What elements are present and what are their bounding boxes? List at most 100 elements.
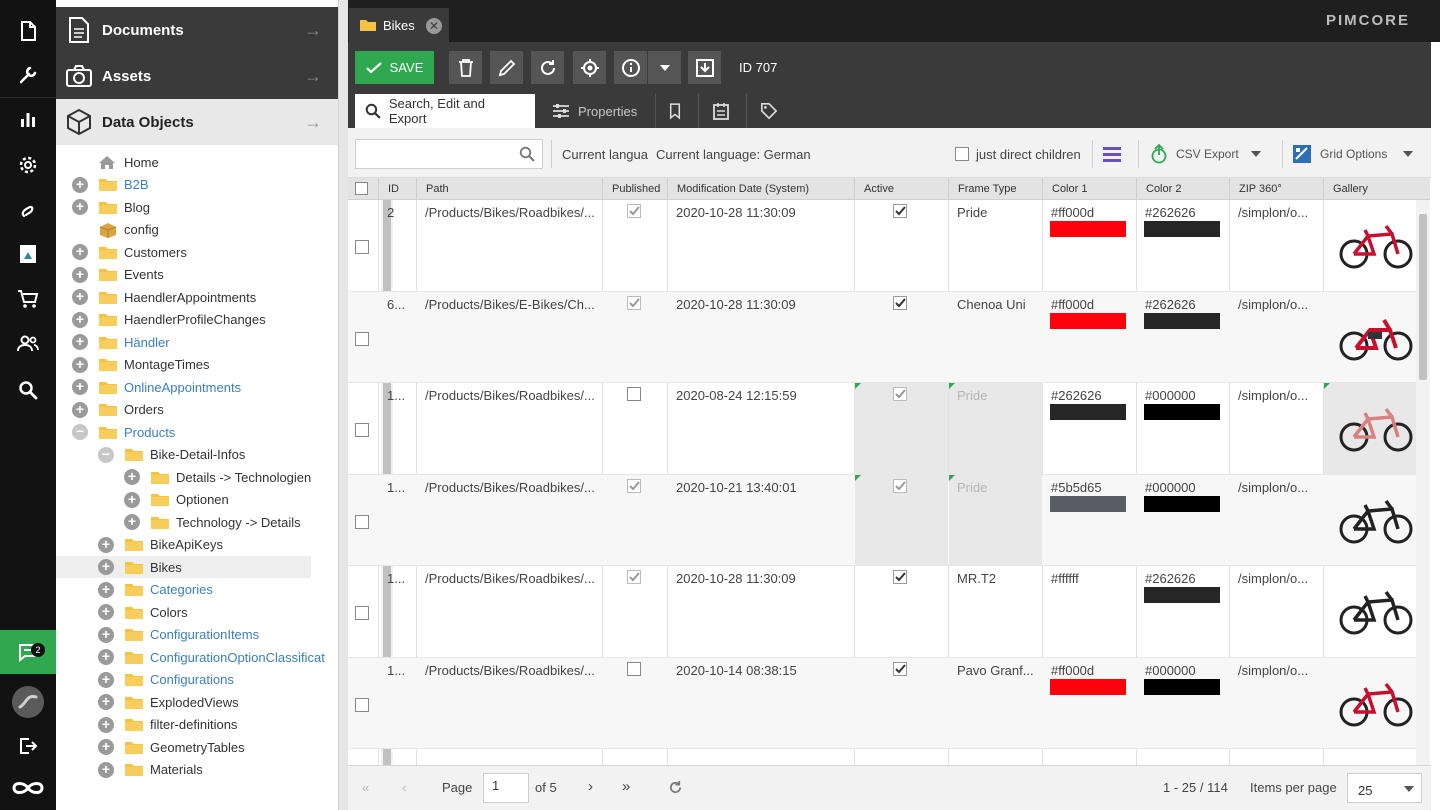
active-checked-icon[interactable] — [893, 204, 907, 218]
reports-icon[interactable] — [0, 98, 56, 142]
tree-node[interactable]: + Customers — [56, 241, 311, 263]
tab-search-edit-export[interactable]: Search, Edit and Export — [355, 94, 535, 128]
grid-search-input[interactable] — [355, 139, 543, 169]
expand-icon[interactable]: + — [72, 311, 88, 328]
tab-versions[interactable] — [659, 94, 691, 128]
row-select-checkbox[interactable] — [355, 514, 369, 529]
collapse-icon[interactable]: − — [98, 446, 114, 463]
tree-node[interactable]: + Blog — [56, 196, 311, 218]
close-icon[interactable]: ✕ — [426, 18, 442, 34]
tree-node[interactable]: + ExplodedViews — [56, 691, 311, 713]
row-select-checkbox[interactable] — [355, 697, 369, 712]
tree-node[interactable]: + Configurations — [56, 669, 311, 691]
column-header[interactable]: Path — [416, 178, 602, 200]
show-in-tree-button[interactable] — [573, 51, 606, 84]
column-header[interactable]: Color 2 — [1136, 178, 1229, 200]
expand-icon[interactable]: + — [98, 581, 114, 598]
column-header[interactable]: Active — [854, 178, 948, 200]
published-unchecked-icon[interactable] — [627, 387, 641, 401]
expand-icon[interactable]: + — [98, 559, 114, 575]
expand-icon[interactable]: + — [98, 604, 114, 620]
expand-icon[interactable]: + — [98, 536, 114, 553]
expand-icon[interactable]: + — [98, 649, 114, 665]
tree-node[interactable]: + BikeApiKeys — [56, 534, 311, 556]
expand-icon[interactable]: + — [72, 266, 88, 283]
collapse-icon[interactable]: − — [72, 424, 88, 440]
expand-icon[interactable]: + — [98, 694, 114, 710]
marketing-icon[interactable] — [0, 188, 56, 232]
tree-node[interactable]: + Colors — [56, 601, 311, 623]
items-per-page-select[interactable]: 25 — [1347, 773, 1422, 803]
tree-node[interactable]: + GeometryTables — [56, 736, 311, 758]
search-icon[interactable] — [0, 368, 56, 412]
grid-options-dropdown[interactable] — [1402, 140, 1414, 168]
expand-icon[interactable]: + — [72, 176, 88, 193]
tree-node[interactable]: + Bikes — [56, 556, 311, 578]
grid-scrollbar[interactable] — [1416, 200, 1430, 765]
tree-node[interactable]: + Details -> Technologien — [56, 466, 311, 488]
expand-icon[interactable]: + — [72, 334, 88, 350]
gallery-bike-image[interactable] — [1338, 310, 1414, 362]
tree-node[interactable]: + Orders — [56, 399, 311, 421]
just-direct-children-checkbox[interactable] — [955, 147, 969, 161]
tree-node[interactable]: + Technology -> Details — [56, 511, 311, 533]
tree-node[interactable]: − Products — [56, 421, 311, 443]
gallery-bike-image[interactable] — [1338, 493, 1414, 545]
expand-icon[interactable]: + — [98, 761, 114, 778]
save-button[interactable]: SAVE — [355, 51, 434, 84]
notifications-button[interactable]: 2 — [0, 630, 56, 674]
accordion-assets[interactable]: Assets → — [56, 53, 338, 99]
tree-node[interactable]: config — [56, 219, 311, 241]
published-checked-icon[interactable] — [627, 570, 641, 584]
tree-node[interactable]: + B2B — [56, 174, 311, 196]
column-header[interactable]: Modification Date (System) — [667, 178, 854, 200]
expand-icon[interactable]: + — [72, 289, 88, 305]
csv-export-dropdown[interactable] — [1250, 140, 1262, 168]
select-all-checkbox[interactable] — [355, 182, 368, 195]
refresh-icon[interactable] — [668, 780, 683, 795]
active-checked-icon[interactable] — [893, 295, 907, 310]
search-icon[interactable] — [519, 146, 535, 162]
tree-node[interactable]: + Materials — [56, 759, 311, 781]
published-checked-icon[interactable] — [627, 295, 641, 310]
delete-button[interactable] — [449, 51, 482, 84]
row-select-checkbox[interactable] — [355, 606, 369, 620]
column-header[interactable]: Gallery — [1323, 178, 1417, 200]
expand-icon[interactable]: + — [124, 469, 140, 485]
row-select-checkbox[interactable] — [355, 331, 369, 346]
expand-icon[interactable]: + — [124, 514, 140, 530]
accordion-documents[interactable]: Documents → — [56, 7, 338, 53]
expand-icon[interactable]: + — [98, 671, 114, 688]
tree-node[interactable]: + filter-definitions — [56, 714, 311, 736]
expand-icon[interactable]: + — [72, 379, 88, 395]
tree-node[interactable]: + ConfigurationOptionClassificat — [56, 646, 325, 668]
expand-icon[interactable]: + — [98, 739, 114, 755]
expand-icon[interactable]: + — [72, 401, 88, 418]
tree-node[interactable]: + Events — [56, 264, 311, 286]
expand-icon[interactable]: + — [72, 199, 88, 215]
more-dropdown-button[interactable] — [648, 51, 681, 84]
expand-icon[interactable]: + — [98, 626, 114, 643]
expand-icon[interactable]: + — [72, 244, 88, 260]
column-header[interactable]: Published — [602, 178, 667, 200]
tab-properties[interactable]: Properties — [542, 94, 652, 128]
tree-node[interactable]: + Händler — [56, 331, 311, 353]
tree-node[interactable]: + HaendlerProfileChanges — [56, 309, 311, 331]
tree-node[interactable]: + HaendlerAppointments — [56, 286, 311, 308]
expand-icon[interactable]: + — [72, 356, 88, 373]
users-icon[interactable] — [0, 322, 56, 366]
gear-icon[interactable] — [0, 143, 56, 187]
tree-node[interactable]: + Optionen — [56, 489, 311, 511]
last-page-button[interactable]: » — [622, 778, 630, 795]
csv-export-button[interactable]: CSV Export — [1150, 140, 1239, 168]
batch-edit-button[interactable] — [1102, 140, 1128, 168]
info-button[interactable] — [614, 51, 647, 84]
column-header[interactable]: Frame Type — [948, 178, 1042, 200]
tree-node[interactable]: + Categories — [56, 579, 311, 601]
cart-icon[interactable] — [0, 277, 56, 321]
tree-node[interactable]: + MontageTimes — [56, 354, 311, 376]
tree-node[interactable]: + ConfigurationItems — [56, 624, 311, 646]
gallery-bike-image[interactable] — [1338, 218, 1414, 270]
column-header[interactable]: ID — [378, 178, 416, 200]
published-checked-icon[interactable] — [627, 204, 641, 218]
